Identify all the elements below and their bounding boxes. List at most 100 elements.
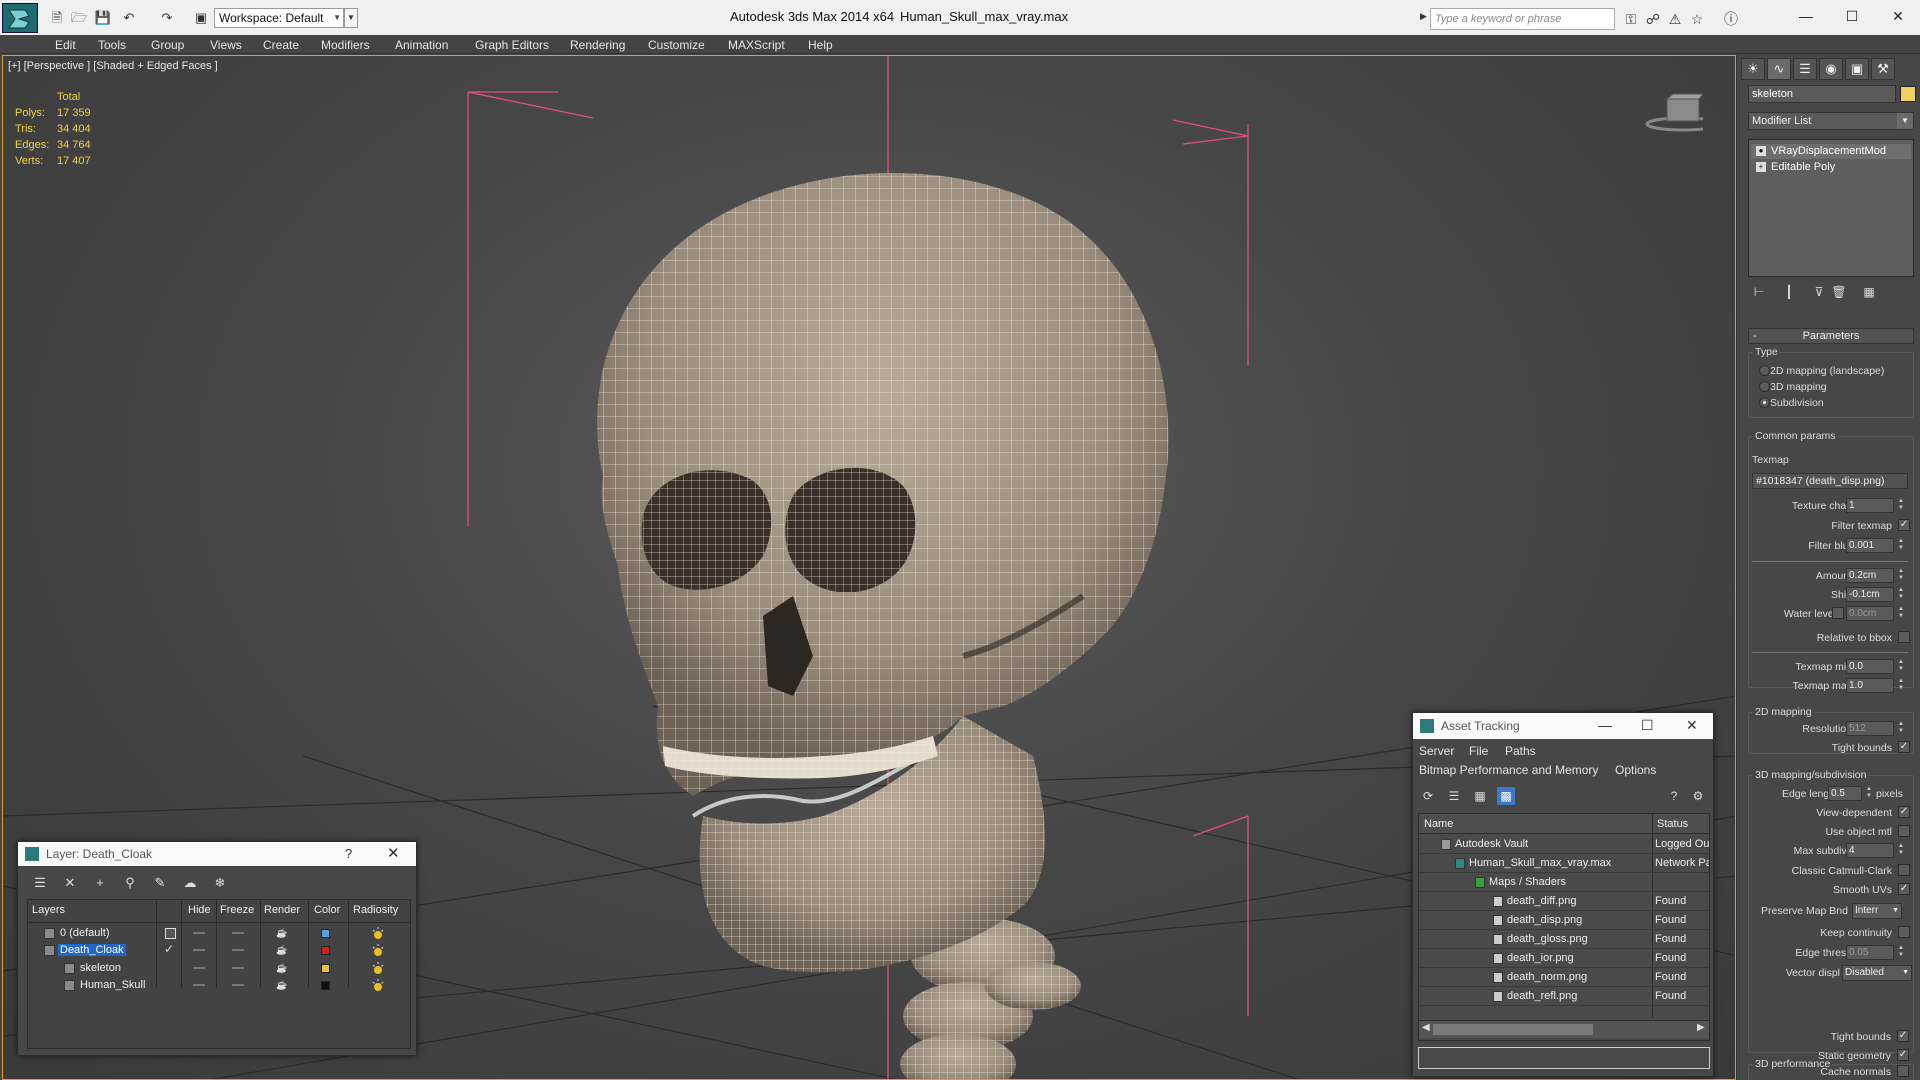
help-button[interactable]: ? [345,846,352,861]
expand-plus-icon[interactable]: + [1756,162,1766,172]
asset-row[interactable]: Maps / Shaders [1419,873,1709,892]
minimize-button[interactable]: — [1786,4,1826,28]
menu-file[interactable]: File [1469,744,1488,758]
texmap-min-spinner[interactable]: 0.0 [1846,659,1894,674]
cache-normals-checkbox[interactable] [1897,1065,1909,1077]
object-color-swatch[interactable] [1900,86,1916,102]
radio-2d-mapping[interactable]: 2D mapping (landscape) [1748,363,1914,379]
subscription-icon[interactable]: ☍ [1644,10,1662,28]
delete-layer-icon[interactable]: ✕ [60,874,80,892]
project-folder-icon[interactable]: ▣ [192,9,210,26]
smooth-uvs-checkbox[interactable]: ✓ [1898,883,1910,895]
max-subdivs-spinner[interactable]: 4 [1846,843,1894,858]
preserve-map-dropdown[interactable]: Interr ▼ [1852,903,1902,919]
asset-dialog-titlebar[interactable]: Asset Tracking — ☐ ✕ [1413,713,1713,739]
menu-group[interactable]: Group [151,38,184,52]
water-level-spinner[interactable]: 0.0cm [1846,606,1894,621]
help-icon[interactable]: ? [1665,787,1683,805]
select-objects-icon[interactable]: ⚲ [120,874,140,892]
undo-icon[interactable]: ↶ [120,9,138,26]
water-level-checkbox[interactable] [1832,607,1844,619]
menu-graph-editors[interactable]: Graph Editors [475,38,549,52]
filter-blur-spinner[interactable]: 0.001 [1846,538,1894,553]
layer-row[interactable]: 0 (default) ☕ [28,925,410,942]
modifier-list-dropdown[interactable]: Modifier List ▼ [1748,112,1914,130]
refresh-icon[interactable]: ⟳ [1419,787,1437,805]
asset-row[interactable]: death_ior.png Found [1419,949,1709,968]
viewport-label[interactable]: [+] [Perspective ] [Shaded + Edged Faces… [8,60,218,72]
help-icon[interactable]: ⓘ [1722,10,1740,28]
active-layer-box[interactable] [165,928,176,939]
hide-all-layers-icon[interactable]: ☁ [180,874,200,892]
remove-modifier-icon[interactable]: 🗑 [1830,283,1848,301]
stack-item-vray-displacement[interactable]: ● VRayDisplacementMod [1751,144,1911,159]
hide-toggle[interactable] [193,932,205,934]
perf-tight-bounds-checkbox[interactable]: ✓ [1897,1030,1909,1042]
layer-row[interactable]: Human_Skull ☕ [28,977,410,994]
radio-button[interactable] [1759,397,1770,408]
settings-icon[interactable]: ⚙ [1689,787,1707,805]
layer-color[interactable] [321,929,330,938]
menu-paths[interactable]: Paths [1505,744,1536,758]
spinner-arrows-icon[interactable]: ▲ ▼ [1896,587,1906,602]
menu-rendering[interactable]: Rendering [570,38,625,52]
col-radiosity[interactable]: Radiosity [353,904,398,916]
spinner-arrows-icon[interactable]: ▲ ▼ [1896,721,1906,736]
show-end-result-icon[interactable]: ┃ [1780,283,1798,301]
new-file-icon[interactable]: 🗎 [48,9,66,26]
radio-button[interactable] [1759,365,1770,376]
spinner-arrows-icon[interactable]: ▲ ▼ [1896,843,1906,858]
asset-row[interactable]: death_gloss.png Found [1419,930,1709,949]
layer-name[interactable]: Death_Cloak [58,944,126,956]
radiosity-sun-icon[interactable] [371,926,385,940]
menu-create[interactable]: Create [263,38,299,52]
spinner-arrows-icon[interactable]: ▲ ▼ [1896,659,1906,674]
layer-row[interactable]: skeleton ☕ [28,960,410,977]
use-object-mtl-checkbox[interactable] [1898,825,1910,837]
favorites-star-icon[interactable]: ☆ [1688,10,1706,28]
teapot-icon[interactable]: ☕ [276,945,287,955]
col-freeze[interactable]: Freeze [220,904,254,916]
hide-toggle[interactable] [193,949,205,951]
col-layers[interactable]: Layers [32,904,65,916]
radiosity-sun-icon[interactable] [371,943,385,957]
lightbulb-icon[interactable]: ● [1756,146,1766,156]
menu-maxscript[interactable]: MAXScript [728,38,785,52]
create-tab-sun-icon[interactable]: ☀ [1741,58,1765,80]
create-layer-icon[interactable]: ☰ [30,874,50,892]
shift-spinner[interactable]: -0.1cm [1846,587,1894,602]
freeze-toggle[interactable] [232,984,244,986]
layer-color[interactable] [321,964,330,973]
viewcube-icon[interactable] [1643,93,1703,133]
radiosity-sun-icon[interactable] [371,978,385,992]
edge-length-spinner[interactable]: 0.5 [1828,786,1862,801]
static-geometry-checkbox[interactable]: ✓ [1897,1049,1909,1061]
freeze-all-layers-icon[interactable]: ❄ [210,874,230,892]
table-view-icon[interactable]: ▩ [1497,787,1515,805]
hide-toggle[interactable] [193,984,205,986]
highlight-layer-icon[interactable]: ✎ [150,874,170,892]
hierarchy-tab-icon[interactable]: ☰ [1793,58,1817,80]
layer-color[interactable] [321,946,330,955]
keep-continuity-checkbox[interactable] [1898,926,1910,938]
scroll-left-icon[interactable]: ◀ [1422,1022,1430,1033]
relative-bbox-checkbox[interactable] [1898,631,1910,643]
asset-path-field[interactable] [1418,1047,1710,1069]
layer-name[interactable]: Human_Skull [80,979,145,991]
classic-catmull-checkbox[interactable] [1898,864,1910,876]
edge-thresh-spinner[interactable]: 0.05 [1846,945,1894,960]
layer-name[interactable]: skeleton [80,962,121,974]
menu-options[interactable]: Options [1615,763,1656,777]
col-render[interactable]: Render [264,904,300,916]
minimize-button[interactable]: — [1598,717,1612,733]
asset-row[interactable]: death_refl.png Found [1419,987,1709,1006]
asset-row[interactable]: Human_Skull_max_vray.max Network Path [1419,854,1709,873]
save-icon[interactable]: 💾 [94,9,112,26]
col-hide[interactable]: Hide [188,904,211,916]
parameters-rollout-header[interactable]: - Parameters [1748,328,1914,344]
spinner-arrows-icon[interactable]: ▲ ▼ [1864,786,1874,801]
checkmark-icon[interactable]: ✓ [164,942,174,956]
freeze-toggle[interactable] [232,932,244,934]
asset-row[interactable]: death_diff.png Found [1419,892,1709,911]
filter-texmap-checkbox[interactable]: ✓ [1898,519,1910,531]
